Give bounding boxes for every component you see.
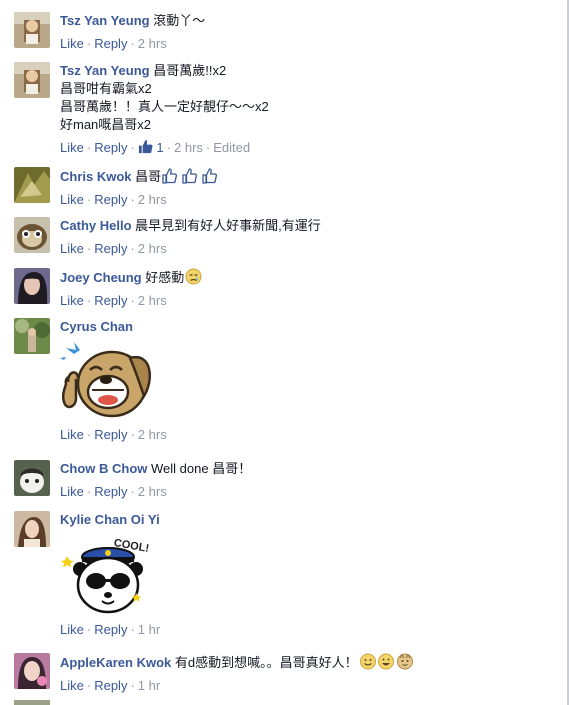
comment-actions: Like · Reply · 1 hr bbox=[60, 677, 561, 695]
separator: · bbox=[86, 140, 92, 155]
smile-emoji-icon bbox=[358, 653, 417, 670]
reply-link[interactable]: Reply bbox=[94, 678, 127, 693]
avatar[interactable] bbox=[14, 217, 50, 253]
separator: · bbox=[205, 140, 211, 155]
avatar[interactable] bbox=[14, 268, 50, 304]
separator: · bbox=[130, 484, 135, 499]
next-avatar-partial bbox=[14, 700, 50, 705]
thumbs-up-icon bbox=[138, 139, 153, 154]
comment-actions: Like · Reply · 2 hrs bbox=[60, 35, 561, 53]
separator: · bbox=[86, 241, 92, 256]
avatar[interactable] bbox=[14, 12, 50, 48]
reply-link[interactable]: Reply bbox=[94, 622, 127, 637]
timestamp[interactable]: 2 hrs bbox=[174, 140, 203, 155]
timestamp[interactable]: 2 hrs bbox=[138, 192, 167, 207]
separator: · bbox=[86, 36, 92, 51]
timestamp[interactable]: 1 hr bbox=[138, 678, 160, 693]
comment-text-line: 昌哥萬歲！！真人一定好靚仔～～x2 bbox=[60, 99, 269, 114]
comment-actions: Like · Reply · 1 · 2 hrs · Edited bbox=[60, 139, 561, 157]
author-name[interactable]: Joey Cheung bbox=[60, 270, 142, 285]
reply-link[interactable]: Reply bbox=[94, 427, 127, 442]
comment-actions: Like · Reply · 2 hrs bbox=[60, 240, 561, 258]
comment-text-line: 好man嘅昌哥x2 bbox=[60, 117, 152, 132]
avatar[interactable] bbox=[14, 653, 50, 689]
author-name[interactable]: Tsz Yan Yeung bbox=[60, 13, 150, 28]
comment-actions: Like · Reply · 2 hrs bbox=[60, 191, 561, 209]
author-name[interactable]: Cyrus Chan bbox=[60, 319, 133, 334]
separator: · bbox=[130, 678, 135, 693]
like-link[interactable]: Like bbox=[60, 140, 84, 155]
reply-link[interactable]: Reply bbox=[94, 140, 127, 155]
edited-label[interactable]: Edited bbox=[213, 140, 250, 155]
comment-text: 滾動丫～ bbox=[153, 13, 206, 28]
like-link[interactable]: Like bbox=[60, 241, 84, 256]
timestamp[interactable]: 1 hr bbox=[138, 622, 160, 637]
comment-text: 有d感動到想喊。。昌哥真好人！ bbox=[174, 655, 358, 670]
reply-link[interactable]: Reply bbox=[94, 36, 127, 51]
like-link[interactable]: Like bbox=[60, 678, 84, 693]
separator: · bbox=[86, 293, 92, 308]
comment-text-line: 昌哥咁有霸氣x2 bbox=[60, 81, 152, 96]
like-link[interactable]: Like bbox=[60, 427, 84, 442]
like-link[interactable]: Like bbox=[60, 293, 84, 308]
reply-link[interactable]: Reply bbox=[94, 293, 127, 308]
comment-actions: Like · Reply · 1 hr bbox=[60, 621, 561, 639]
timestamp[interactable]: 2 hrs bbox=[138, 293, 167, 308]
like-count-value: 1 bbox=[156, 140, 164, 155]
avatar[interactable] bbox=[14, 167, 50, 203]
comment-text: 昌哥萬歲!!x2 bbox=[153, 63, 227, 78]
like-link[interactable]: Like bbox=[60, 622, 84, 637]
avatar[interactable] bbox=[14, 511, 50, 547]
separator: · bbox=[166, 140, 171, 155]
comment-text: 昌哥 bbox=[135, 169, 162, 184]
separator: · bbox=[86, 622, 92, 637]
reply-link[interactable]: Reply bbox=[94, 241, 127, 256]
reply-link[interactable]: Reply bbox=[94, 484, 127, 499]
author-name[interactable]: Chow B Chow bbox=[60, 461, 147, 476]
separator: · bbox=[86, 427, 92, 442]
author-name[interactable]: Tsz Yan Yeung bbox=[60, 63, 150, 78]
like-link[interactable]: Like bbox=[60, 36, 84, 51]
comment-text: 好感動 bbox=[145, 270, 185, 285]
timestamp[interactable]: 2 hrs bbox=[138, 36, 167, 51]
dog-thumbs-up-sticker bbox=[60, 342, 151, 418]
separator: · bbox=[130, 36, 135, 51]
timestamp[interactable]: 2 hrs bbox=[138, 241, 167, 256]
separator: · bbox=[130, 622, 135, 637]
author-name[interactable]: AppleKaren Kwok bbox=[60, 655, 171, 670]
reply-link[interactable]: Reply bbox=[94, 192, 127, 207]
author-name[interactable]: Kylie Chan Oi Yi bbox=[60, 512, 160, 527]
separator: · bbox=[130, 140, 135, 155]
separator: · bbox=[130, 427, 135, 442]
avatar[interactable] bbox=[14, 318, 50, 354]
comment-text: Well done 昌哥！ bbox=[151, 461, 252, 476]
comment-text: 晨早見到有好人好事新聞,有運行 bbox=[135, 218, 321, 233]
separator: · bbox=[130, 241, 135, 256]
author-name[interactable]: Chris Kwok bbox=[60, 169, 132, 184]
author-name[interactable]: Cathy Hello bbox=[60, 218, 132, 233]
separator: · bbox=[130, 192, 135, 207]
crying-emoji-icon bbox=[184, 268, 202, 285]
cool-panda-sticker: COOL! bbox=[60, 537, 150, 614]
thumbs-up-emoji-icon bbox=[161, 168, 220, 184]
separator: · bbox=[86, 192, 92, 207]
separator: · bbox=[130, 293, 135, 308]
separator: · bbox=[86, 678, 92, 693]
timestamp[interactable]: 2 hrs bbox=[138, 427, 167, 442]
comment-actions: Like · Reply · 2 hrs bbox=[60, 292, 561, 310]
separator: · bbox=[86, 484, 92, 499]
like-count[interactable]: 1 bbox=[138, 139, 164, 155]
like-link[interactable]: Like bbox=[60, 484, 84, 499]
timestamp[interactable]: 2 hrs bbox=[138, 484, 167, 499]
comment-actions: Like · Reply · 2 hrs bbox=[60, 483, 561, 501]
avatar[interactable] bbox=[14, 460, 50, 496]
avatar[interactable] bbox=[14, 62, 50, 98]
comment-actions: Like · Reply · 2 hrs bbox=[60, 426, 561, 444]
like-link[interactable]: Like bbox=[60, 192, 84, 207]
